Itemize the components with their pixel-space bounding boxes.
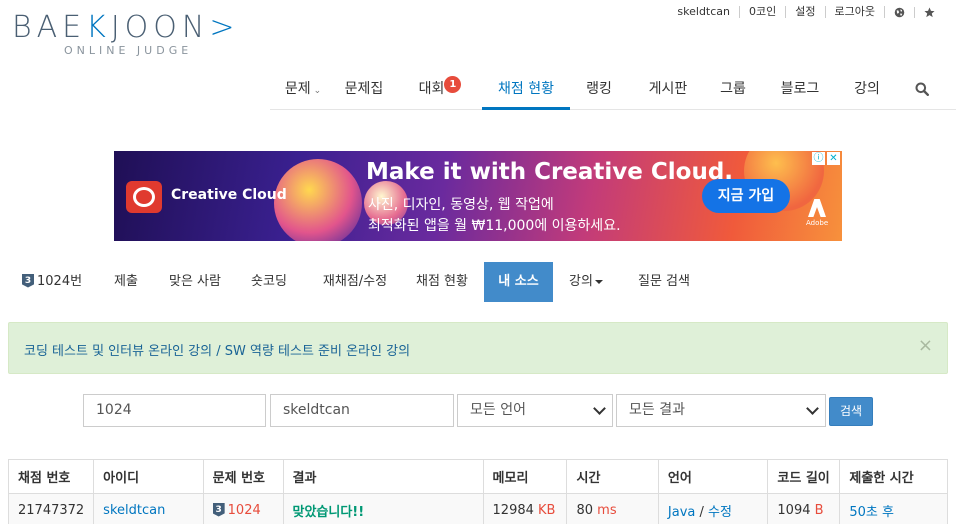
result-select[interactable]: 모든 결과 <box>616 394 826 427</box>
tab-my-source[interactable]: 내 소스 <box>484 262 553 302</box>
adobe-logo: Adobe <box>806 199 828 229</box>
column-header: 메모리 <box>482 459 568 494</box>
nav-item-lectures[interactable]: 강의 <box>852 70 882 110</box>
tab-rejudge[interactable]: 재채점/수정 <box>316 262 394 302</box>
language-cell: Java / 수정 <box>657 493 769 524</box>
tab-solvers[interactable]: 맞은 사람 <box>168 262 222 302</box>
ad-info-icon[interactable]: ⓘ <box>812 152 825 165</box>
ad-brand: Creative Cloud <box>171 187 287 203</box>
search-button[interactable]: 검색 <box>829 397 873 426</box>
submission-id: 21747372 <box>7 493 95 524</box>
tab-lectures[interactable]: 강의 <box>566 262 606 302</box>
column-header: 채점 번호 <box>7 459 95 494</box>
tab-short-coding[interactable]: 숏코딩 <box>250 262 288 302</box>
tab-question-search[interactable]: 질문 검색 <box>636 262 692 302</box>
tab-status[interactable]: 채점 현황 <box>414 262 470 302</box>
tab-submit[interactable]: 제출 <box>112 262 140 302</box>
problem-link[interactable]: 3 1024 <box>202 493 284 524</box>
table-header-row: 채점 번호 아이디 문제 번호 결과 메모리 시간 언어 코드 길이 제출한 시… <box>7 459 948 494</box>
user-id-input[interactable]: skeldtcan <box>270 394 454 427</box>
column-header: 시간 <box>566 459 659 494</box>
settings-link[interactable]: 설정 <box>786 6 826 18</box>
nav-item-problems[interactable]: 문제 ⌄ <box>282 70 324 110</box>
problem-id-input[interactable]: 1024 <box>83 394 266 427</box>
column-header: 제출한 시간 <box>839 459 948 494</box>
result-status: 맞았습니다!! <box>292 505 365 520</box>
coins-link[interactable]: 0코인 <box>740 6 787 18</box>
column-header: 문제 번호 <box>202 459 284 494</box>
logo-wordmark: BAEKJOON> <box>12 10 240 45</box>
close-icon[interactable]: × <box>918 336 933 356</box>
user-link[interactable]: skeldtcan <box>103 503 165 518</box>
chevron-down-icon <box>806 402 819 415</box>
nav-item-workbooks[interactable]: 문제집 <box>342 70 386 110</box>
level-badge-icon: 3 <box>212 502 225 517</box>
time-cell: 80 ms <box>566 493 659 524</box>
ad-close-icon[interactable]: ✕ <box>827 152 840 165</box>
contest-count-badge: 1 <box>444 76 462 93</box>
user-bar: skeldtcan 0코인 설정 로그아웃 <box>668 6 944 18</box>
nav-item-status[interactable]: 채점 현황 <box>482 70 570 110</box>
language-select[interactable]: 모든 언어 <box>457 394 613 427</box>
level-badge-icon: 3 <box>22 273 34 288</box>
username-link[interactable]: skeldtcan <box>668 6 741 18</box>
alert-link[interactable]: 코딩 테스트 및 인터뷰 온라인 강의 / SW 역량 테스트 준비 온라인 강… <box>24 340 410 359</box>
table-row: 21747372 skeldtcan 3 1024 맞았습니다!! 12984 K… <box>7 493 948 524</box>
source-link[interactable]: Java <box>668 505 695 520</box>
ad-signup-button[interactable]: 지금 가입 <box>702 179 790 213</box>
chevron-down-icon <box>593 402 606 415</box>
creative-cloud-icon <box>126 181 162 213</box>
search-icon[interactable] <box>910 70 934 110</box>
ad-choices[interactable]: ⓘ ✕ <box>812 152 840 165</box>
adobe-icon <box>808 199 826 217</box>
site-logo[interactable]: BAEKJOON> ONLINE JUDGE <box>12 10 262 60</box>
edit-link[interactable]: 수정 <box>708 505 732 520</box>
caret-down-icon <box>594 279 603 284</box>
main-nav: 문제 ⌄ 문제집 대회 1 채점 현황 랭킹 게시판 그룹 블로그 강의 <box>270 70 956 110</box>
lecture-alert: 코딩 테스트 및 인터뷰 온라인 강의 / SW 역량 테스트 준비 온라인 강… <box>8 322 948 374</box>
star-icon[interactable] <box>915 7 944 18</box>
nav-item-ranking[interactable]: 랭킹 <box>584 70 614 110</box>
memory-cell: 12984 KB <box>482 493 568 524</box>
submitted-time[interactable]: 50초 후 <box>849 505 894 520</box>
tab-problem[interactable]: 3 1024번 <box>22 262 82 302</box>
status-table: 채점 번호 아이디 문제 번호 결과 메모리 시간 언어 코드 길이 제출한 시… <box>7 459 948 524</box>
column-header: 결과 <box>282 459 484 494</box>
ad-banner[interactable]: Creative Cloud Make it with Creative Clo… <box>114 151 842 241</box>
code-length-cell: 1094 B <box>767 493 841 524</box>
column-header: 아이디 <box>93 459 204 494</box>
column-header: 언어 <box>657 459 769 494</box>
ad-headline: Make it with Creative Cloud. <box>366 159 734 185</box>
column-header: 코드 길이 <box>767 459 841 494</box>
ad-line-1: 사진, 디자인, 동영상, 웹 작업에 <box>368 197 554 213</box>
nav-item-blog[interactable]: 블로그 <box>778 70 822 110</box>
nav-item-contests[interactable]: 대회 1 <box>416 70 464 110</box>
logout-link[interactable]: 로그아웃 <box>826 6 885 18</box>
logo-tagline: ONLINE JUDGE <box>64 44 193 57</box>
globe-icon[interactable] <box>885 6 915 18</box>
nav-item-groups[interactable]: 그룹 <box>718 70 748 110</box>
nav-item-board[interactable]: 게시판 <box>646 70 690 110</box>
planet-graphic <box>274 159 362 241</box>
ad-line-2: 최적화된 앱을 월 ₩11,000에 이용하세요. <box>368 218 621 234</box>
